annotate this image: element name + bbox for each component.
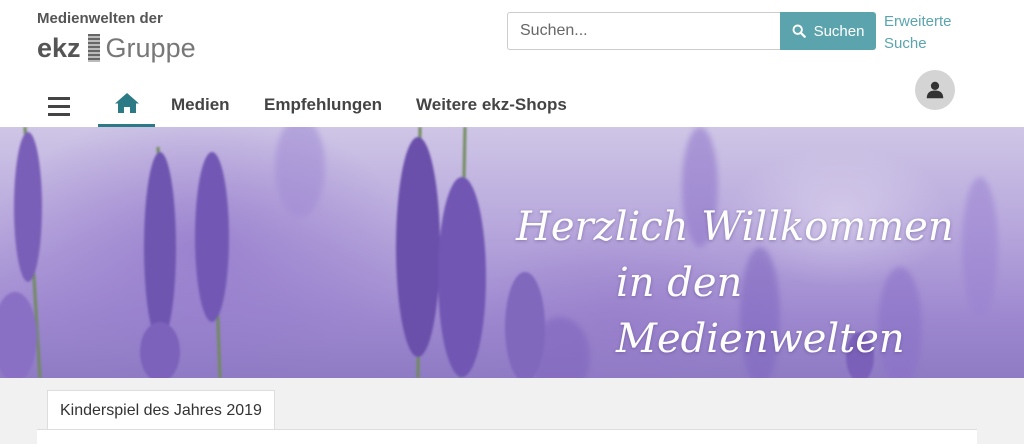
hero-line-2: in den Medienwelten xyxy=(616,260,905,362)
ekz-logo[interactable]: Medienwelten der ekz Gruppe xyxy=(37,10,217,66)
logo-bar-icon xyxy=(87,34,100,62)
tab-kinderspiel[interactable]: Kinderspiel des Jahres 2019 xyxy=(47,390,275,430)
nav-item-medien[interactable]: Medien xyxy=(171,95,230,115)
tab-panel xyxy=(37,429,977,444)
hero-line-1: Herzlich Willkommen xyxy=(516,204,954,250)
main-nav: Medien Empfehlungen Weitere ekz-Shops xyxy=(0,84,900,127)
content-area: Kinderspiel des Jahres 2019 xyxy=(0,378,1024,444)
user-icon xyxy=(926,81,944,99)
search-button[interactable]: Suchen xyxy=(780,12,876,50)
menu-icon[interactable] xyxy=(48,97,70,117)
header: Medienwelten der ekz Gruppe Suchen Erwei… xyxy=(0,0,1024,127)
search-bar: Suchen xyxy=(507,12,876,50)
home-icon xyxy=(114,93,139,113)
search-input[interactable] xyxy=(507,12,780,50)
search-button-label: Suchen xyxy=(813,22,865,40)
search-icon xyxy=(792,24,806,38)
hero-welcome-text: Herzlich Willkommen in den Medienwelten xyxy=(512,199,1022,367)
logo-wordmark: ekz Gruppe xyxy=(37,30,196,66)
nav-home[interactable] xyxy=(98,84,155,127)
nav-item-weitere-shops[interactable]: Weitere ekz-Shops xyxy=(416,95,567,115)
hero-banner: Herzlich Willkommen in den Medienwelten xyxy=(0,127,1024,378)
logo-gruppe-text: Gruppe xyxy=(105,32,196,63)
logo-tagline: Medienwelten der xyxy=(37,10,163,27)
user-account-button[interactable] xyxy=(915,70,955,110)
advanced-search-link[interactable]: Erweiterte Suche xyxy=(884,11,964,55)
logo-ekz-text: ekz xyxy=(37,32,81,63)
nav-item-empfehlungen[interactable]: Empfehlungen xyxy=(264,95,382,115)
